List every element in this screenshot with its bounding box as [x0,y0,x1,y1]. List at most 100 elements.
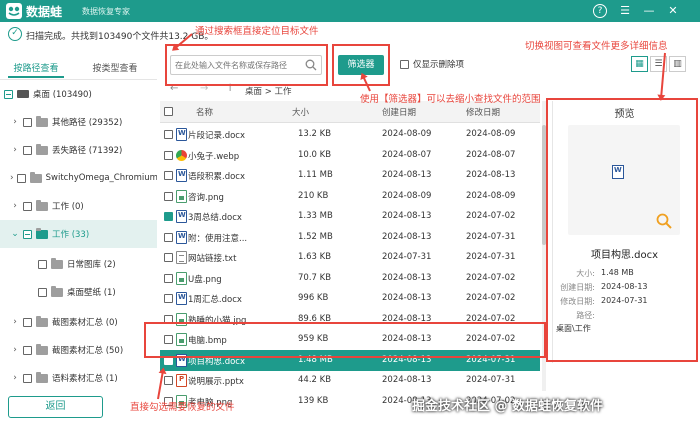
chevron-right-icon[interactable]: › [10,373,20,383]
chevron-down-icon[interactable]: ⌄ [10,229,20,239]
tree-item-label: 桌面壁纸 (1) [67,288,116,298]
file-size: 1.33 MB [298,211,333,221]
file-type-icon [176,230,187,244]
menu-icon[interactable]: ☰ [618,4,632,18]
tree-item-lost-paths[interactable]: › 丢失路径 (71392) [0,136,157,164]
row-checkbox[interactable] [164,150,173,160]
tree-checkbox[interactable] [16,173,26,183]
row-checkbox[interactable] [164,191,173,201]
tree-checkbox[interactable] [23,317,32,327]
file-size: 996 KB [298,293,329,303]
file-created: 2024-08-07 [382,149,432,160]
table-row[interactable]: 小兔子.webp 10.0 KB 2024-08-07 2024-08-07 [160,145,540,166]
annotation-box-selected-row [144,322,546,358]
chevron-right-icon[interactable]: › [10,173,14,183]
back-button[interactable]: 返回 [8,396,103,418]
column-header-created[interactable]: 创建日期 [382,106,416,118]
tree-checkbox[interactable] [23,229,32,239]
tree-item-other-paths[interactable]: › 其他路径 (29352) [0,108,157,136]
file-name: 附：使用注意... [188,233,248,244]
tree-item-label: 其他路径 (29352) [52,118,123,128]
chevron-right-icon[interactable]: › [10,201,20,211]
folder-icon [36,227,48,239]
table-row[interactable]: U盘.png 70.7 KB 2024-08-13 2024-07-02 [160,268,540,289]
table-row[interactable]: 语段积累.docx 1.11 MB 2024-08-13 2024-08-13 [160,165,540,186]
file-size: 1.52 MB [298,231,333,242]
folder-icon [51,257,63,269]
tree-checkbox[interactable] [38,259,47,269]
table-row[interactable]: 3周总结.docx 1.33 MB 2024-08-13 2024-07-02 [160,206,540,227]
row-checkbox[interactable] [164,232,173,242]
help-button[interactable]: ? [593,4,607,18]
tree-item-work[interactable]: ⌄ 工作 (33) [0,220,157,248]
file-type-icon [176,251,187,264]
row-checkbox[interactable] [164,273,173,283]
annotation-filter-tip: 使用【筛选器】可以去缩小查找文件的范围 [360,94,541,105]
column-header-modified[interactable]: 修改日期 [466,106,500,118]
tree-item-screenshots[interactable]: › 截图素材汇总 (50) [0,336,157,364]
tab-by-path[interactable]: 按路径查看 [8,60,64,78]
tree-checkbox[interactable] [23,373,32,383]
tree-item-corpus[interactable]: › 语料素材汇总 (1) [0,364,157,392]
file-size: 1.11 MB [298,170,333,180]
file-modified: 2024-07-31 [466,375,516,385]
file-modified: 2024-07-31 [466,252,516,262]
tree-item-screenshots-empty[interactable]: › 截图素材汇总 (0) [0,308,157,336]
tree-checkbox[interactable] [23,117,32,127]
tree-item-label: 丢失路径 (71392) [52,146,123,156]
tree-checkbox[interactable] [23,145,32,155]
grid-view-icon[interactable]: ▦ [631,56,648,72]
column-header-name[interactable]: 名称 [196,106,213,118]
only-deleted-toggle[interactable]: 仅显示删除项 [400,58,464,70]
tree-item-work-empty[interactable]: › 工作 (0) [0,192,157,220]
file-size: 10.0 KB [298,149,332,160]
tree-item-desktop[interactable]: 桌面 (103490) [0,80,157,108]
table-row[interactable]: 片段记录.docx 13.2 KB 2024-08-09 2024-08-09 [160,124,540,145]
table-row[interactable]: 1周汇总.docx 996 KB 2024-08-13 2024-07-02 [160,288,540,309]
row-checkbox[interactable] [164,171,173,180]
tree-checkbox[interactable] [38,287,47,297]
only-deleted-checkbox[interactable] [400,59,409,69]
tree-checkbox[interactable] [23,201,32,211]
folder-icon [51,285,63,297]
select-all-checkbox[interactable] [164,107,173,116]
tree-item-daily-gallery[interactable]: 日常图库 (2) [0,250,157,278]
file-modified: 2024-07-31 [466,231,516,242]
column-header-size[interactable]: 大小 [292,106,309,118]
tree-checkbox[interactable] [4,89,13,99]
drive-icon [17,90,29,98]
table-row[interactable]: 说明展示.pptx 44.2 KB 2024-08-13 2024-07-31 [160,370,540,391]
file-size: 70.7 KB [298,272,332,283]
tree-checkbox[interactable] [23,345,32,355]
close-icon[interactable]: ✕ [666,4,680,18]
minimize-icon[interactable]: — [642,4,656,18]
tree-item-wallpaper[interactable]: 桌面壁纸 (1) [0,278,157,306]
folder-icon [29,171,42,183]
tree-item-switchyomega[interactable]: › SwitchyOmega_Chromium [0,164,157,192]
chevron-right-icon[interactable]: › [10,345,20,355]
file-modified: 2024-07-02 [466,293,516,303]
annotation-search-tip: 通过搜索框直接定位目标文件 [195,26,319,37]
folder-icon [36,115,48,127]
row-checkbox[interactable] [164,130,173,139]
chevron-right-icon[interactable]: › [10,145,20,155]
file-created: 2024-08-13 [382,211,432,221]
tree-item-label: 截图素材汇总 (50) [52,346,124,356]
file-size: 13.2 KB [298,129,332,139]
chevron-right-icon[interactable]: › [10,117,20,127]
detail-view-icon[interactable]: ▥ [669,56,686,72]
row-checkbox[interactable] [164,253,173,262]
file-modified: 2024-08-09 [466,190,516,201]
table-row[interactable]: 咨询.png 210 KB 2024-08-09 2024-08-09 [160,186,540,207]
table-row[interactable]: 网站链接.txt 1.63 KB 2024-07-31 2024-07-31 [160,247,540,268]
annotation-box-preview [546,98,698,362]
table-row[interactable]: 附：使用注意... 1.52 MB 2024-08-13 2024-07-31 [160,227,540,248]
tab-by-type[interactable]: 按类型查看 [84,60,146,78]
row-checkbox[interactable] [164,376,173,385]
file-name: 片段记录.docx [188,131,246,141]
row-checkbox[interactable] [164,212,173,221]
file-created: 2024-08-09 [382,129,432,139]
chevron-right-icon[interactable]: › [10,317,20,327]
row-checkbox[interactable] [164,294,173,303]
file-created: 2024-08-09 [382,190,432,201]
